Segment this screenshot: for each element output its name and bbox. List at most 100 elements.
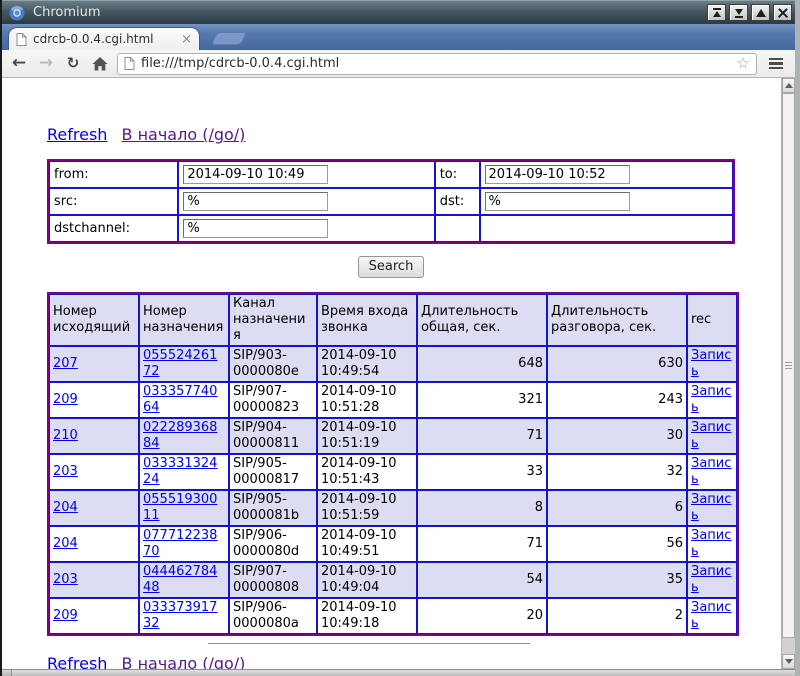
source-number-link[interactable]: 207	[53, 356, 78, 371]
maximize-button[interactable]	[751, 4, 770, 21]
source-number-link-cell: 209	[49, 382, 139, 418]
top-nav-links: Refresh В начало (/go/)	[47, 125, 781, 144]
dst-label: dst:	[434, 188, 480, 215]
destination-number-link[interactable]: 03333132424	[143, 456, 217, 487]
back-button[interactable]: ←	[9, 54, 29, 74]
arrow-up-icon	[784, 83, 793, 88]
forward-button[interactable]: →	[36, 54, 56, 74]
resize-grip[interactable]	[2, 670, 12, 676]
url-text[interactable]: file:///tmp/cdrcb-0.0.4.cgi.html	[141, 56, 731, 71]
divider	[208, 643, 530, 644]
empty-cell	[479, 215, 733, 242]
talk-duration-cell: 6	[547, 490, 687, 526]
table-row: 210 02228936884 SIP/904-00000811 2014-09-10…	[49, 418, 737, 454]
talk-duration-cell: 243	[547, 382, 687, 418]
record-link[interactable]: Запись	[691, 456, 731, 487]
home-go-link[interactable]: В начало (/go/)	[122, 654, 246, 669]
total-duration-cell: 321	[417, 382, 547, 418]
destination-number-link[interactable]: 02228936884	[143, 420, 217, 451]
record-link[interactable]: Запись	[691, 384, 731, 415]
record-link-cell: Запись	[687, 526, 737, 562]
source-number-link-cell: 204	[49, 526, 139, 562]
channel-cell: SIP/907-00000808	[229, 562, 317, 598]
record-link-cell: Запись	[687, 382, 737, 418]
column-header: Длительность общая, сек.	[417, 294, 547, 346]
home-go-link[interactable]: В начало (/go/)	[122, 125, 246, 144]
close-icon	[778, 8, 788, 18]
from-input[interactable]	[183, 165, 329, 184]
record-link[interactable]: Запись	[691, 528, 731, 559]
scrollbar-thumb[interactable]	[782, 93, 795, 638]
cdr-page: Refresh В начало (/go/) from: to: src: d…	[2, 78, 781, 669]
destination-number-link[interactable]: 07771223870	[143, 528, 217, 559]
refresh-link[interactable]: Refresh	[47, 125, 107, 144]
scrollbar-track[interactable]	[782, 638, 795, 654]
cdr-header-row: Номер исходящий Номер назначения Канал наз…	[49, 294, 737, 346]
start-time-cell: 2014-09-10 10:49:51	[317, 526, 417, 562]
source-number-link[interactable]: 209	[53, 392, 78, 407]
tab-close-icon[interactable]: ×	[181, 33, 192, 46]
channel-cell: SIP/906-0000080d	[229, 526, 317, 562]
to-input[interactable]	[484, 165, 630, 184]
tab-title: cdrcb-0.0.4.cgi.html	[33, 32, 154, 46]
source-number-link[interactable]: 204	[53, 500, 78, 515]
record-link[interactable]: Запись	[691, 564, 731, 595]
new-tab-button[interactable]	[210, 32, 248, 45]
column-header: rec	[687, 294, 737, 346]
column-header: Номер исходящий	[49, 294, 139, 346]
bookmark-star-icon[interactable]: ☆	[737, 56, 750, 71]
src-input[interactable]	[183, 192, 329, 211]
scroll-up-button[interactable]	[782, 78, 795, 93]
scroll-down-button[interactable]	[782, 654, 795, 669]
vertical-scrollbar[interactable]	[781, 78, 795, 669]
record-link[interactable]: Запись	[691, 600, 731, 631]
total-duration-cell: 33	[417, 454, 547, 490]
source-number-link[interactable]: 203	[53, 572, 78, 587]
reload-button[interactable]: ↻	[63, 54, 83, 74]
search-button[interactable]: Search	[357, 256, 425, 278]
refresh-link[interactable]: Refresh	[47, 654, 107, 669]
start-time-cell: 2014-09-10 10:51:19	[317, 418, 417, 454]
source-number-link[interactable]: 209	[53, 608, 78, 623]
navigation-toolbar: ← → ↻ file:///tmp/cdrcb-0.0.4.cgi.html ☆	[2, 50, 795, 78]
window-title: Chromium	[33, 5, 101, 20]
destination-number-link[interactable]: 04446278448	[143, 564, 217, 595]
address-bar[interactable]: file:///tmp/cdrcb-0.0.4.cgi.html ☆	[117, 52, 757, 75]
record-link[interactable]: Запись	[691, 420, 731, 451]
destination-number-link[interactable]: 05552426172	[143, 348, 217, 379]
chromium-logo-icon	[9, 5, 25, 21]
record-link[interactable]: Запись	[691, 492, 731, 523]
channel-cell: SIP/904-00000811	[229, 418, 317, 454]
window-controls	[704, 4, 792, 21]
forward-icon: →	[38, 53, 54, 73]
close-button[interactable]	[773, 4, 792, 21]
destination-number-link[interactable]: 05551930011	[143, 492, 217, 523]
talk-duration-cell: 2	[547, 598, 687, 634]
shade-button[interactable]	[707, 4, 726, 21]
source-number-link-cell: 203	[49, 454, 139, 490]
table-row: 203 03333132424 SIP/905-00000817 2014-09-10…	[49, 454, 737, 490]
menu-button[interactable]	[764, 53, 788, 75]
home-icon	[92, 56, 108, 70]
browser-tab[interactable]: cdrcb-0.0.4.cgi.html ×	[8, 27, 200, 50]
source-number-link[interactable]: 203	[53, 464, 78, 479]
record-link-cell: Запись	[687, 454, 737, 490]
source-number-link[interactable]: 210	[53, 428, 78, 443]
source-number-link-cell: 210	[49, 418, 139, 454]
reload-icon: ↻	[66, 54, 80, 72]
titlebar[interactable]: Chromium	[2, 0, 795, 24]
talk-duration-cell: 630	[547, 346, 687, 382]
form-row: from: to:	[49, 161, 733, 188]
source-number-link[interactable]: 204	[53, 536, 78, 551]
tab-strip: cdrcb-0.0.4.cgi.html ×	[2, 24, 795, 50]
dstchannel-input[interactable]	[183, 219, 329, 238]
destination-number-link[interactable]: 03335774064	[143, 384, 217, 415]
dst-input[interactable]	[484, 192, 630, 211]
destination-number-link[interactable]: 03337391732	[143, 600, 217, 631]
minimize-button[interactable]	[729, 4, 748, 21]
talk-duration-cell: 56	[547, 526, 687, 562]
table-row: 203 04446278448 SIP/907-00000808 2014-09-10…	[49, 562, 737, 598]
table-row: 207 05552426172 SIP/903-0000080e 2014-09-10…	[49, 346, 737, 382]
home-button[interactable]	[90, 54, 110, 74]
record-link[interactable]: Запись	[691, 348, 731, 379]
